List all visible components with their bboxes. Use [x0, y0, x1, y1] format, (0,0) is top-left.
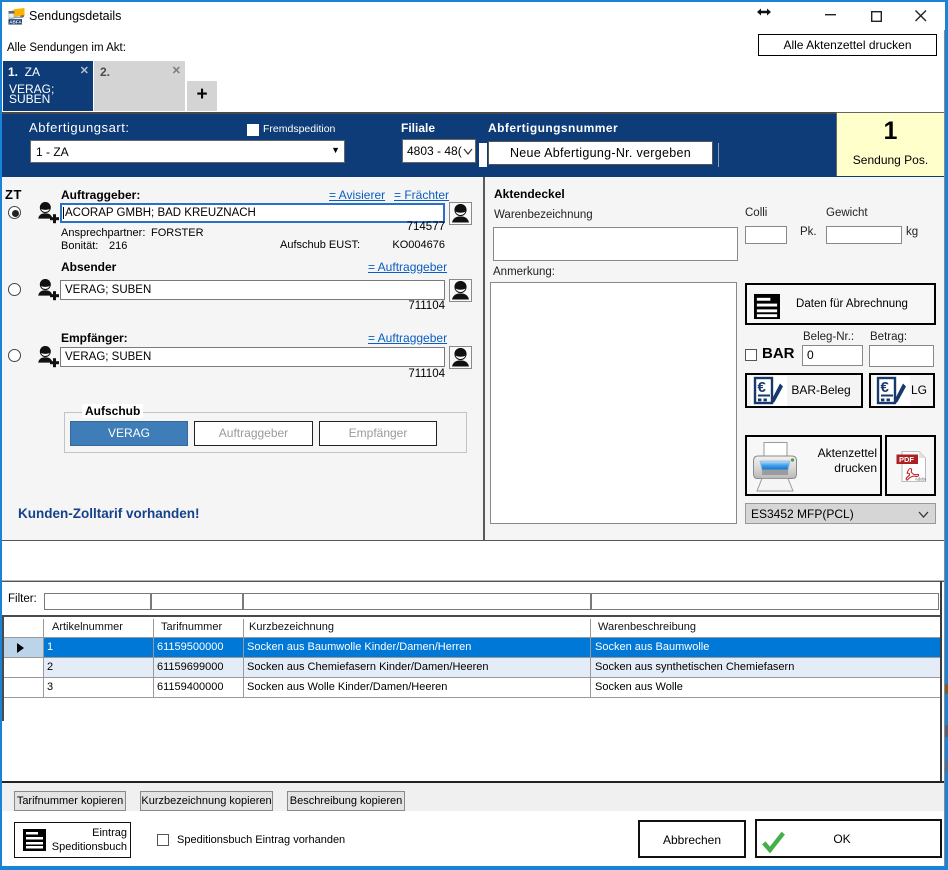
svg-text:ABFA3: ABFA3 [9, 20, 25, 25]
svg-text:Adobe: Adobe [915, 477, 926, 482]
svg-text:€: € [758, 379, 767, 396]
svg-text:€: € [881, 379, 890, 396]
svg-text:PDF: PDF [899, 455, 914, 464]
